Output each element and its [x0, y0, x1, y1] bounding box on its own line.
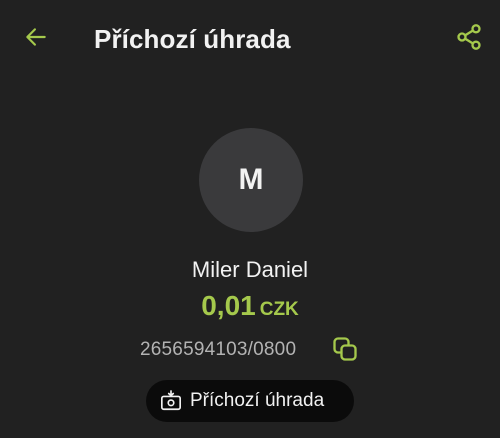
top-app-bar: Příchozí úhrada	[0, 0, 500, 78]
copy-account-button[interactable]	[330, 336, 360, 366]
transaction-type-badge: Příchozí úhrada	[146, 380, 354, 422]
account-row: 2656594103/0800	[0, 334, 500, 366]
back-button[interactable]	[14, 17, 58, 61]
avatar-initial: M	[238, 163, 264, 196]
avatar: M	[199, 128, 303, 232]
counterparty-name: Miler Daniel	[191, 257, 309, 282]
amount-currency: CZK	[259, 299, 299, 320]
share-button[interactable]	[446, 16, 492, 62]
share-icon	[455, 23, 483, 56]
incoming-payment-icon	[160, 390, 182, 412]
account-number: 2656594103/0800	[140, 339, 297, 360]
copy-icon	[331, 335, 359, 368]
amount: 0,01 CZK	[0, 288, 500, 329]
transaction-detail-screen: Příchozí úhrada M Miler Daniel 0,01 CZK 2…	[0, 0, 500, 438]
amount-value: 0,01	[201, 290, 256, 321]
transaction-type-label: Příchozí úhrada	[190, 390, 325, 411]
page-title: Příchozí úhrada	[94, 24, 291, 54]
arrow-left-icon	[23, 24, 49, 55]
